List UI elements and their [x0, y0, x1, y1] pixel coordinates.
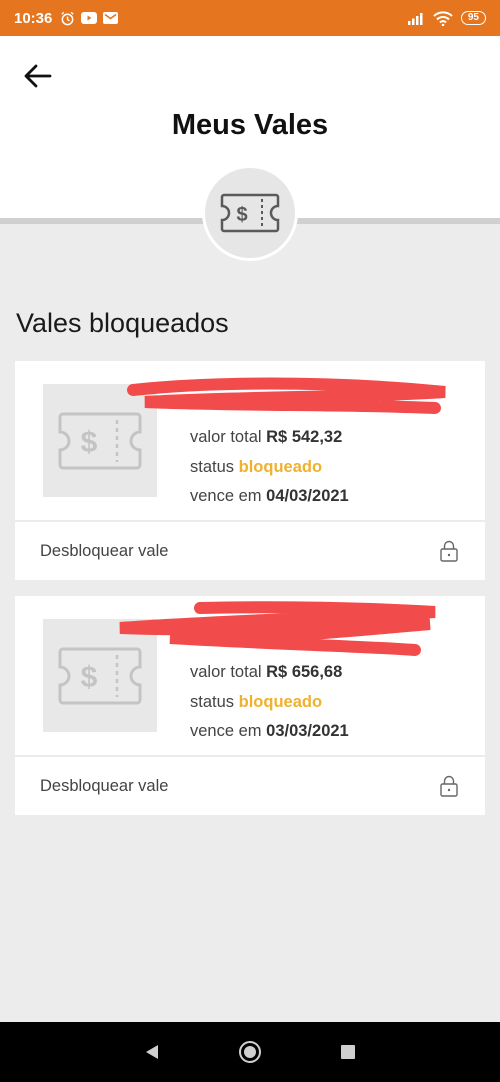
nav-recents-button[interactable] [340, 1044, 356, 1060]
section-title: Vales bloqueados [16, 308, 229, 338]
page-title: Meus Vales [171, 109, 329, 141]
status-value: bloqueado [238, 457, 323, 476]
unlock-label: Desbloquear vale [40, 776, 169, 795]
status-system-icons: 95 [407, 10, 486, 26]
unlock-label: Desbloquear vale [40, 541, 169, 560]
status-notification-icons [60, 11, 119, 26]
due-line: vence em 04/03/2021 [190, 482, 349, 512]
total-value: R$ 656,68 [266, 663, 343, 681]
status-value: bloqueado [238, 692, 323, 711]
redaction-scribble [119, 601, 436, 656]
status-line: status bloqueado [190, 453, 349, 483]
alarm-icon [61, 11, 74, 25]
svg-text:$: $ [81, 661, 98, 694]
voucher-card: $ valor total R$ 542,32 status bloqueado… [15, 361, 485, 580]
back-arrow-icon [24, 64, 52, 88]
header-voucher-badge: $ [202, 165, 298, 261]
due-label: vence em [190, 722, 262, 740]
nav-home-button[interactable] [238, 1040, 262, 1064]
status-label: status [190, 457, 235, 476]
svg-text:$: $ [236, 204, 247, 226]
nav-home-icon [239, 1041, 261, 1063]
voucher-card: $ valor total R$ 656,68 status bloqueado… [15, 596, 485, 815]
total-line: valor total R$ 656,68 [190, 658, 349, 688]
status-bar: 10:36 95 [0, 0, 500, 36]
voucher-info: valor total R$ 542,32 status bloqueado v… [190, 423, 349, 512]
nav-back-button[interactable] [144, 1043, 160, 1061]
wifi-icon [433, 10, 453, 26]
back-button[interactable] [18, 56, 58, 96]
system-nav-bar [0, 1022, 500, 1082]
due-label: vence em [190, 487, 262, 505]
redaction-scribble [127, 377, 446, 414]
mail-icon [103, 12, 119, 24]
status-label: status [190, 692, 235, 711]
total-label: valor total [190, 663, 262, 681]
svg-text:$: $ [81, 426, 98, 459]
voucher-info: valor total R$ 656,68 status bloqueado v… [190, 658, 349, 747]
voucher-icon: $ [220, 193, 280, 233]
total-value: R$ 542,32 [266, 428, 343, 446]
youtube-icon [81, 12, 98, 24]
signal-icon [407, 13, 423, 25]
due-value: 03/03/2021 [266, 722, 349, 740]
battery-indicator: 95 [460, 11, 486, 25]
lock-icon [438, 540, 460, 562]
status-time: 10:36 [14, 9, 53, 27]
total-label: valor total [190, 428, 262, 446]
unlock-voucher-button[interactable]: Desbloquear vale [15, 522, 485, 580]
unlock-voucher-button[interactable]: Desbloquear vale [15, 757, 485, 815]
due-value: 04/03/2021 [266, 487, 349, 505]
voucher-icon: $ [58, 412, 142, 469]
nav-back-icon [146, 1045, 158, 1059]
nav-recents-icon [341, 1045, 355, 1059]
status-line: status bloqueado [190, 688, 349, 718]
total-line: valor total R$ 542,32 [190, 423, 349, 453]
lock-icon [438, 775, 460, 797]
due-line: vence em 03/03/2021 [190, 717, 349, 747]
